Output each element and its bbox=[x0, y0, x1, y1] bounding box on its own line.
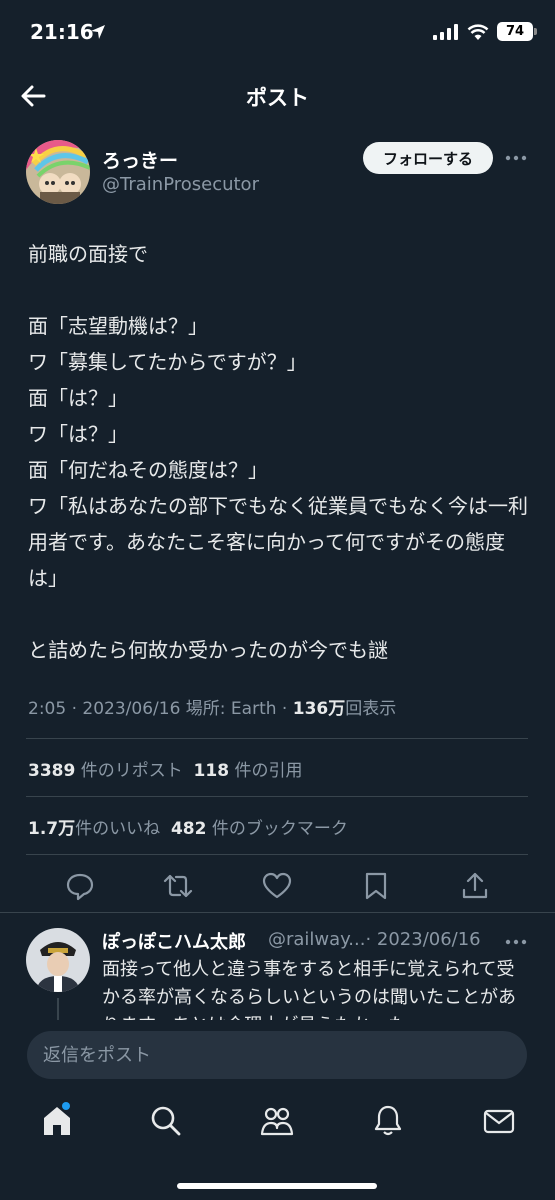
views-count: 136万 bbox=[292, 699, 346, 719]
divider bbox=[26, 738, 528, 739]
repost-stats: 3389 件のリポスト 118 件の引用 bbox=[28, 756, 302, 781]
post-time[interactable]: 2:05 bbox=[28, 699, 66, 719]
post-date[interactable]: 2023/06/16 bbox=[82, 699, 180, 719]
notifications-icon[interactable] bbox=[371, 1104, 405, 1138]
top-bar: ポスト bbox=[0, 66, 555, 126]
reply-avatar[interactable] bbox=[26, 928, 90, 992]
messages-icon[interactable] bbox=[482, 1104, 516, 1138]
share-icon[interactable] bbox=[459, 870, 491, 902]
more-options-icon[interactable] bbox=[503, 148, 529, 168]
reply-item[interactable]: ぽっぽこハム太郎 @railway...· 2023/06/16 面接って他人と… bbox=[0, 924, 555, 1020]
reply-text: 面接って他人と違う事をすると相手に覚えられて受かる率が高くなるらしいというのは聞… bbox=[102, 959, 516, 1020]
quotes-stat[interactable]: 118 件の引用 bbox=[194, 761, 303, 781]
bookmark-icon[interactable] bbox=[360, 870, 392, 902]
post-location: 場所: Earth bbox=[185, 699, 277, 719]
post-text: 前職の面接で 面「志望動機は？」 ワ「募集してたからですが？」 面「は？」 ワ「… bbox=[28, 242, 528, 662]
reply-icon[interactable] bbox=[64, 870, 96, 902]
wifi-icon bbox=[467, 23, 489, 40]
search-icon[interactable] bbox=[149, 1104, 183, 1138]
bookmarks-count: 482 bbox=[170, 819, 207, 839]
like-icon[interactable] bbox=[261, 870, 293, 902]
reposts-count: 3389 bbox=[28, 761, 76, 781]
likes-count: 1.7万 bbox=[28, 819, 76, 839]
quotes-label: 件の引用 bbox=[234, 761, 303, 781]
status-indicators: 74 bbox=[433, 22, 537, 41]
divider bbox=[26, 854, 528, 855]
status-bar: 21:16 74 bbox=[0, 0, 555, 66]
thread-line bbox=[57, 998, 59, 1020]
reply-compose-bar bbox=[0, 1020, 555, 1090]
likes-label: 件のいいね bbox=[75, 819, 161, 839]
home-indicator bbox=[177, 1183, 377, 1189]
location-arrow-icon bbox=[91, 25, 105, 39]
communities-icon[interactable] bbox=[260, 1104, 294, 1138]
reply-input[interactable] bbox=[27, 1031, 527, 1079]
like-stats: 1.7万件のいいね 482 件のブックマーク bbox=[28, 814, 348, 839]
post-meta: 2:05 · 2023/06/16 場所: Earth · 136万回表示 bbox=[28, 699, 397, 719]
repost-icon[interactable] bbox=[162, 870, 194, 902]
views-label: 回表示 bbox=[345, 699, 397, 719]
author-avatar[interactable] bbox=[26, 140, 90, 204]
post-action-bar bbox=[0, 864, 555, 908]
status-time: 21:16 bbox=[30, 20, 94, 44]
more-options-icon[interactable] bbox=[503, 932, 529, 952]
divider bbox=[26, 796, 528, 797]
post-author: ろっきー @TrainProsecutor フォローする bbox=[0, 138, 555, 208]
author-display-name[interactable]: ろっきー bbox=[102, 146, 178, 173]
reply-author-handle: @railway...· 2023/06/16 bbox=[268, 929, 481, 950]
likes-stat[interactable]: 1.7万件のいいね bbox=[28, 819, 160, 839]
reply-author-name[interactable]: ぽっぽこハム太郎 bbox=[102, 928, 246, 954]
home-notification-dot bbox=[62, 1102, 70, 1110]
cellular-signal-icon bbox=[433, 23, 458, 40]
battery-indicator: 74 bbox=[497, 22, 537, 41]
page-title: ポスト bbox=[246, 86, 309, 110]
home-icon[interactable] bbox=[40, 1104, 74, 1138]
follow-button[interactable]: フォローする bbox=[363, 142, 493, 174]
author-handle[interactable]: @TrainProsecutor bbox=[102, 174, 259, 195]
reposts-stat[interactable]: 3389 件のリポスト bbox=[28, 761, 183, 781]
quotes-count: 118 bbox=[193, 761, 230, 781]
bookmarks-stat[interactable]: 482 件のブックマーク bbox=[171, 819, 348, 839]
reposts-label: 件のリポスト bbox=[80, 761, 183, 781]
divider bbox=[0, 912, 555, 913]
bookmarks-label: 件のブックマーク bbox=[211, 819, 348, 839]
reply-date: · 2023/06/16 bbox=[365, 929, 481, 950]
